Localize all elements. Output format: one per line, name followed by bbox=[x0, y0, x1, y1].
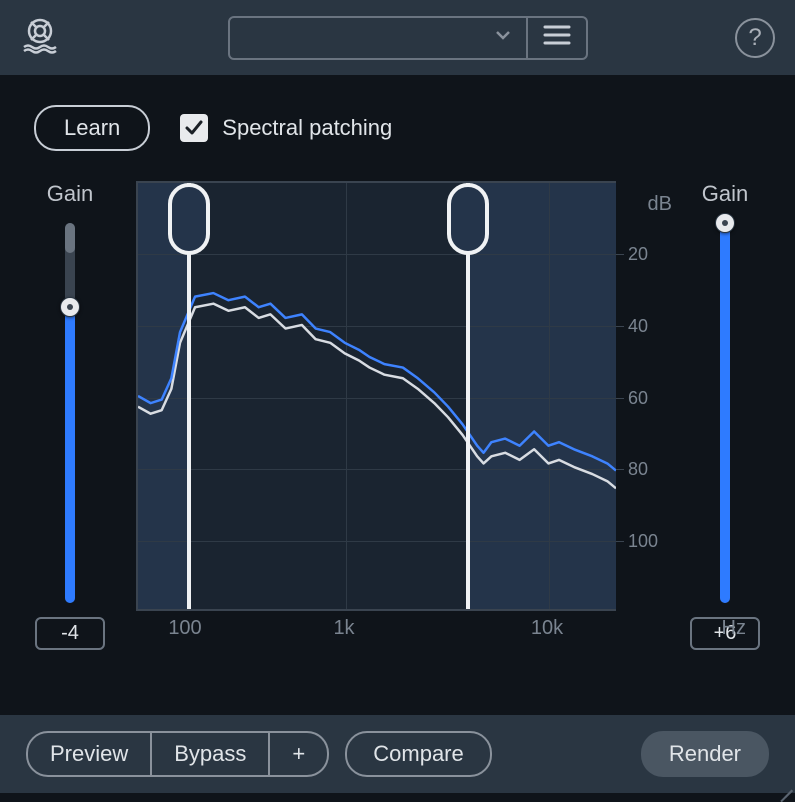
spectral-patching-label: Spectral patching bbox=[222, 115, 392, 141]
gain-left-label: Gain bbox=[47, 181, 93, 207]
learn-button[interactable]: Learn bbox=[34, 105, 150, 151]
y-tick: 80 bbox=[616, 459, 648, 480]
compare-button[interactable]: Compare bbox=[345, 731, 491, 777]
gain-right-label: Gain bbox=[702, 181, 748, 207]
checkbox-icon bbox=[180, 114, 208, 142]
spectrum-plot[interactable] bbox=[136, 181, 616, 611]
render-button[interactable]: Render bbox=[641, 731, 769, 777]
add-module-button[interactable]: + bbox=[270, 731, 329, 777]
y-axis-unit: dB bbox=[648, 193, 672, 216]
hamburger-icon bbox=[543, 24, 571, 51]
y-tick: 20 bbox=[616, 244, 648, 265]
gain-left-value[interactable]: -4 bbox=[35, 617, 105, 650]
y-tick: 100 bbox=[616, 531, 658, 552]
resize-grip-icon[interactable] bbox=[777, 775, 793, 791]
y-tick: 40 bbox=[616, 316, 648, 337]
x-tick: 100 bbox=[168, 617, 201, 640]
x-axis: 100 1k 10k Hz bbox=[136, 617, 616, 647]
low-freq-handle[interactable] bbox=[187, 183, 191, 609]
y-axis: dB 20 40 60 80 100 bbox=[616, 181, 666, 611]
lifesaver-icon bbox=[20, 15, 60, 60]
help-button[interactable]: ? bbox=[735, 18, 775, 58]
x-axis-unit: Hz bbox=[722, 617, 746, 640]
spectral-patching-checkbox[interactable]: Spectral patching bbox=[180, 114, 392, 142]
gain-left-slider[interactable] bbox=[65, 223, 75, 603]
help-icon: ? bbox=[748, 24, 761, 52]
bypass-button[interactable]: Bypass bbox=[152, 731, 270, 777]
x-tick: 10k bbox=[531, 617, 563, 640]
menu-button[interactable] bbox=[528, 16, 588, 60]
gain-right-slider[interactable] bbox=[720, 223, 730, 603]
high-freq-handle[interactable] bbox=[466, 183, 470, 609]
x-tick: 1k bbox=[333, 617, 354, 640]
preview-button[interactable]: Preview bbox=[26, 731, 152, 777]
chevron-down-icon bbox=[494, 26, 512, 49]
y-tick: 60 bbox=[616, 388, 648, 409]
preset-select[interactable] bbox=[228, 16, 528, 60]
